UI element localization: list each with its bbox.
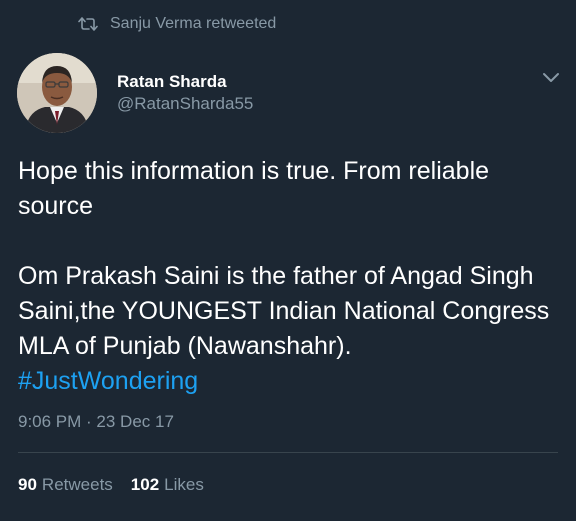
- author-handle[interactable]: @RatanSharda55: [117, 93, 253, 115]
- author-name[interactable]: Ratan Sharda: [117, 72, 253, 92]
- tweet-paragraph-2-text: Om Prakash Saini is the father of Angad …: [18, 262, 550, 360]
- retweets-label: Retweets: [41, 475, 113, 494]
- retweet-text: Sanju Verma retweeted: [110, 15, 277, 32]
- likes-stat[interactable]: 102 Likes: [131, 475, 204, 495]
- divider: [18, 452, 558, 453]
- retweet-indicator[interactable]: Sanju Verma retweeted: [78, 15, 276, 33]
- likes-label: Likes: [164, 475, 204, 494]
- tweet-paragraph-1: Hope this information is true. From reli…: [18, 157, 490, 220]
- tweet-paragraph-2: Om Prakash Saini is the father of Angad …: [18, 259, 563, 399]
- author-info[interactable]: Ratan Sharda @RatanSharda55: [117, 72, 253, 115]
- tweet-detail: Sanju Verma retweeted Ratan Sharda @Rata…: [0, 0, 576, 521]
- retweets-count: 90: [18, 475, 37, 494]
- tweet-stats: 90 Retweets 102 Likes: [18, 475, 204, 495]
- avatar[interactable]: [17, 53, 97, 133]
- retweets-stat[interactable]: 90 Retweets: [18, 475, 113, 495]
- retweet-icon: [78, 16, 98, 32]
- tweet-timestamp[interactable]: 9:06 PM · 23 Dec 17: [18, 412, 174, 432]
- chevron-down-icon[interactable]: [540, 66, 562, 88]
- hashtag-link[interactable]: #JustWondering: [18, 367, 198, 395]
- likes-count: 102: [130, 475, 160, 494]
- tweet-text: Hope this information is true. From reli…: [18, 154, 563, 399]
